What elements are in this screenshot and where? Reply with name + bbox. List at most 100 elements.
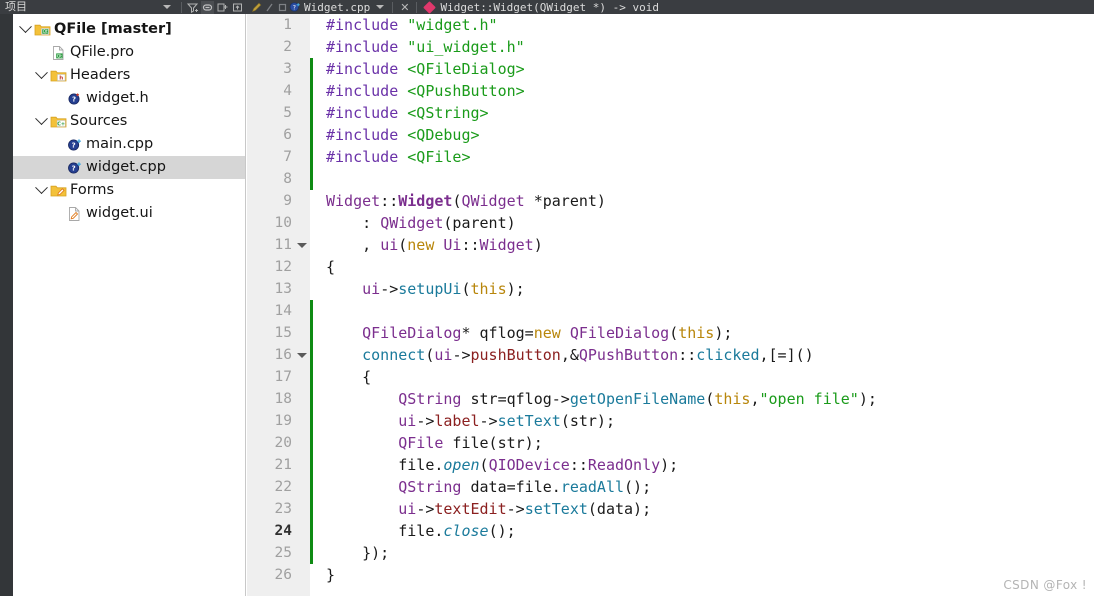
code-line[interactable]: 7 #include <QFile> [247, 146, 1094, 168]
code-line[interactable]: 17 { [247, 366, 1094, 388]
code-token: , [326, 236, 381, 254]
code-text[interactable]: , ui(new Ui::Widget) [313, 234, 1094, 256]
tree-item-qfile-master[interactable]: Qt QFile [master] [13, 18, 245, 41]
line-number: 26 [274, 567, 292, 583]
code-token: #include [326, 126, 408, 144]
code-line[interactable]: 15 QFileDialog* qflog=new QFileDialog(th… [247, 322, 1094, 344]
code-line[interactable]: 23 ui->textEdit->setText(data); [247, 498, 1094, 520]
chevron-expand-icon[interactable] [33, 112, 49, 126]
code-line[interactable]: 10 : QWidget(parent) [247, 212, 1094, 234]
chevron-expand-icon[interactable] [33, 66, 49, 80]
tree-item-headers[interactable]: h Headers [13, 64, 245, 87]
code-text[interactable]: }); [313, 542, 1094, 564]
code-text[interactable]: #include <QPushButton> [313, 80, 1094, 102]
fold-triangle-icon[interactable] [294, 352, 310, 358]
top-toolbar: 项目 ? Widget.cpp ✕ Widget::Widget(QWidget… [0, 0, 1094, 14]
tree-item-label: Forms [70, 182, 115, 198]
code-lines[interactable]: 1 #include "widget.h" 2 #include "ui_widget… [247, 14, 1094, 596]
code-text[interactable]: #include "ui_widget.h" [313, 36, 1094, 58]
tree-item-widget-h[interactable]: ? widget.h [13, 87, 245, 110]
code-text[interactable]: { [313, 366, 1094, 388]
code-line[interactable]: 26} [247, 564, 1094, 586]
code-text[interactable]: QString str=qflog->getOpenFileName(this,… [313, 388, 1094, 410]
symbol-selector[interactable]: Widget::Widget(QWidget *) -> void [423, 1, 659, 14]
code-text[interactable]: connect(ui->pushButton,&QPushButton::cli… [313, 344, 1094, 366]
code-text[interactable]: ui->label->setText(str); [313, 410, 1094, 432]
tab-chevron-down-icon[interactable] [376, 5, 385, 9]
editor-file-tab[interactable]: ? Widget.cpp [289, 1, 370, 14]
code-text[interactable]: #include <QString> [313, 102, 1094, 124]
project-panel-title: 项目 [5, 0, 27, 13]
code-line[interactable]: 5 #include <QString> [247, 102, 1094, 124]
link-sync-icon[interactable] [201, 0, 214, 14]
code-text[interactable]: #include <QDebug> [313, 124, 1094, 146]
code-line[interactable]: 11 , ui(new Ui::Widget) [247, 234, 1094, 256]
code-token: { [326, 368, 372, 386]
code-line[interactable]: 4 #include <QPushButton> [247, 80, 1094, 102]
code-text[interactable]: #include "widget.h" [313, 14, 1094, 36]
fold-triangle-icon[interactable] [294, 242, 310, 248]
code-line[interactable]: 18 QString str=qflog->getOpenFileName(th… [247, 388, 1094, 410]
code-text[interactable]: ui->setupUi(this); [313, 278, 1094, 300]
code-line[interactable]: 14 [247, 300, 1094, 322]
tree-item-forms[interactable]: Forms [13, 179, 245, 202]
code-token: ); [506, 280, 525, 298]
code-line[interactable]: 16 connect(ui->pushButton,&QPushButton::… [247, 344, 1094, 366]
code-text[interactable]: ui->textEdit->setText(data); [313, 498, 1094, 520]
code-token: <QString> [407, 104, 489, 122]
chevron-expand-icon[interactable] [33, 181, 49, 195]
code-editor[interactable]: 1 #include "widget.h" 2 #include "ui_widget… [247, 14, 1094, 596]
code-token: (); [488, 522, 516, 540]
code-line[interactable]: 12 { [247, 256, 1094, 278]
code-line[interactable]: 6 #include <QDebug> [247, 124, 1094, 146]
code-line[interactable]: 8 [247, 168, 1094, 190]
code-token: str=qflog-> [461, 390, 570, 408]
stop-icon[interactable] [276, 1, 289, 14]
code-line[interactable]: 9 Widget::Widget(QWidget *parent) [247, 190, 1094, 212]
line-number: 25 [274, 545, 292, 561]
tree-item-sources[interactable]: C+ Sources [13, 110, 245, 133]
code-line[interactable]: 25 }); [247, 542, 1094, 564]
code-line[interactable]: 24 file.close(); [247, 520, 1094, 542]
chevron-expand-icon[interactable] [17, 20, 33, 34]
project-tree[interactable]: Qt QFile [master] Qt QFile.pro h Headers? widg… [13, 14, 246, 596]
code-line[interactable]: 22 QString data=file.readAll(); [247, 476, 1094, 498]
code-text[interactable]: QString data=file.readAll(); [313, 476, 1094, 498]
cpp-file-icon: ? [289, 1, 301, 13]
tree-item-widget-ui[interactable]: widget.ui [13, 202, 245, 225]
code-token: -> [452, 346, 471, 364]
code-text[interactable]: #include <QFileDialog> [313, 58, 1094, 80]
code-text[interactable]: file.open(QIODevice::ReadOnly); [313, 454, 1094, 476]
chevron-down-icon[interactable] [163, 5, 171, 9]
code-line[interactable]: 2 #include "ui_widget.h" [247, 36, 1094, 58]
code-text[interactable]: #include <QFile> [313, 146, 1094, 168]
filter-icon[interactable] [186, 1, 199, 14]
code-line[interactable]: 1 #include "widget.h" [247, 14, 1094, 36]
code-token: -> [506, 500, 525, 518]
collapse-icon[interactable] [231, 1, 244, 14]
code-token: <QPushButton> [407, 82, 525, 100]
line-number: 14 [274, 303, 292, 319]
code-text[interactable]: QFileDialog* qflog=new QFileDialog(this)… [313, 322, 1094, 344]
code-line[interactable]: 13 ui->setupUi(this); [247, 278, 1094, 300]
code-line[interactable]: 20 QFile file(str); [247, 432, 1094, 454]
code-text[interactable]: file.close(); [313, 520, 1094, 542]
tree-item-widget-cpp[interactable]: ? widget.cpp [13, 156, 245, 179]
close-icon[interactable]: ✕ [400, 2, 409, 13]
code-text[interactable]: : QWidget(parent) [313, 212, 1094, 234]
svg-text:C+: C+ [57, 121, 65, 127]
pencil-icon[interactable] [250, 1, 263, 14]
code-text[interactable]: Widget::Widget(QWidget *parent) [313, 190, 1094, 212]
split-add-icon[interactable] [216, 1, 229, 14]
tree-item-main-cpp[interactable]: ? main.cpp [13, 133, 245, 156]
code-text[interactable]: } [313, 564, 1094, 586]
code-line[interactable]: 3 #include <QFileDialog> [247, 58, 1094, 80]
code-token: * qflog= [461, 324, 534, 342]
slash-icon[interactable] [263, 1, 276, 14]
tree-item-qfile-pro[interactable]: Qt QFile.pro [13, 41, 245, 64]
code-line[interactable]: 21 file.open(QIODevice::ReadOnly); [247, 454, 1094, 476]
code-text[interactable]: QFile file(str); [313, 432, 1094, 454]
code-text[interactable]: { [313, 256, 1094, 278]
code-line[interactable]: 19 ui->label->setText(str); [247, 410, 1094, 432]
